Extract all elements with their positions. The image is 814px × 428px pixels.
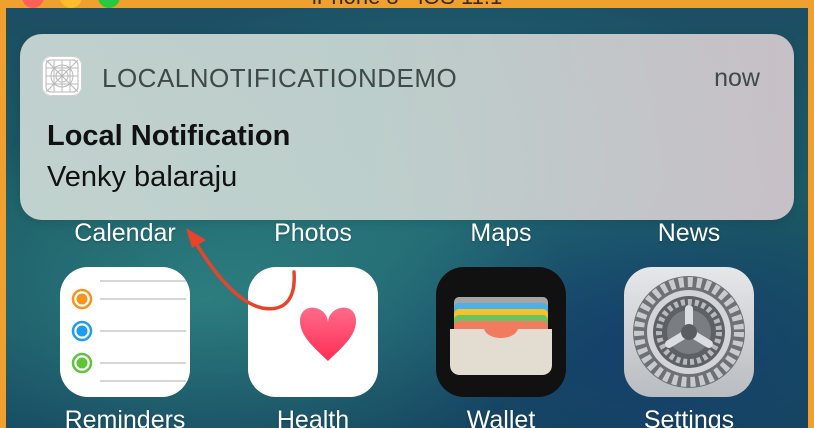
- wallet-icon: [450, 297, 552, 375]
- health-app-icon[interactable]: [248, 267, 378, 397]
- reminders-icon: [71, 280, 186, 382]
- notification-body: Venky balaraju: [47, 161, 238, 193]
- wallet-app-icon[interactable]: [436, 267, 566, 397]
- reminders-app-icon[interactable]: [60, 267, 190, 397]
- health-icon: [300, 307, 356, 361]
- app-label-reminders[interactable]: Reminders: [40, 406, 210, 428]
- app-placeholder-icon: [42, 56, 82, 96]
- app-label-photos[interactable]: Photos: [228, 219, 398, 248]
- simulator-screen: LOCALNOTIFICATIONDEMO now Local Notifica…: [6, 0, 808, 428]
- app-label-health[interactable]: Health: [228, 406, 398, 428]
- app-label-calendar[interactable]: Calendar: [40, 219, 210, 248]
- app-label-news[interactable]: News: [604, 219, 774, 248]
- app-label-wallet[interactable]: Wallet: [416, 406, 586, 428]
- window-titlebar: iPhone 8 - iOS 11.1: [0, 0, 814, 8]
- settings-app-icon[interactable]: [624, 267, 754, 397]
- notification-app-name: LOCALNOTIFICATIONDEMO: [102, 63, 458, 93]
- app-label-maps[interactable]: Maps: [416, 219, 586, 248]
- settings-icon: [633, 276, 745, 388]
- window-title: iPhone 8 - iOS 11.1: [0, 0, 814, 8]
- app-label-settings[interactable]: Settings: [604, 406, 774, 428]
- notification-time: now: [714, 64, 760, 92]
- notification-banner[interactable]: LOCALNOTIFICATIONDEMO now Local Notifica…: [20, 34, 794, 220]
- notification-title: Local Notification: [47, 120, 291, 152]
